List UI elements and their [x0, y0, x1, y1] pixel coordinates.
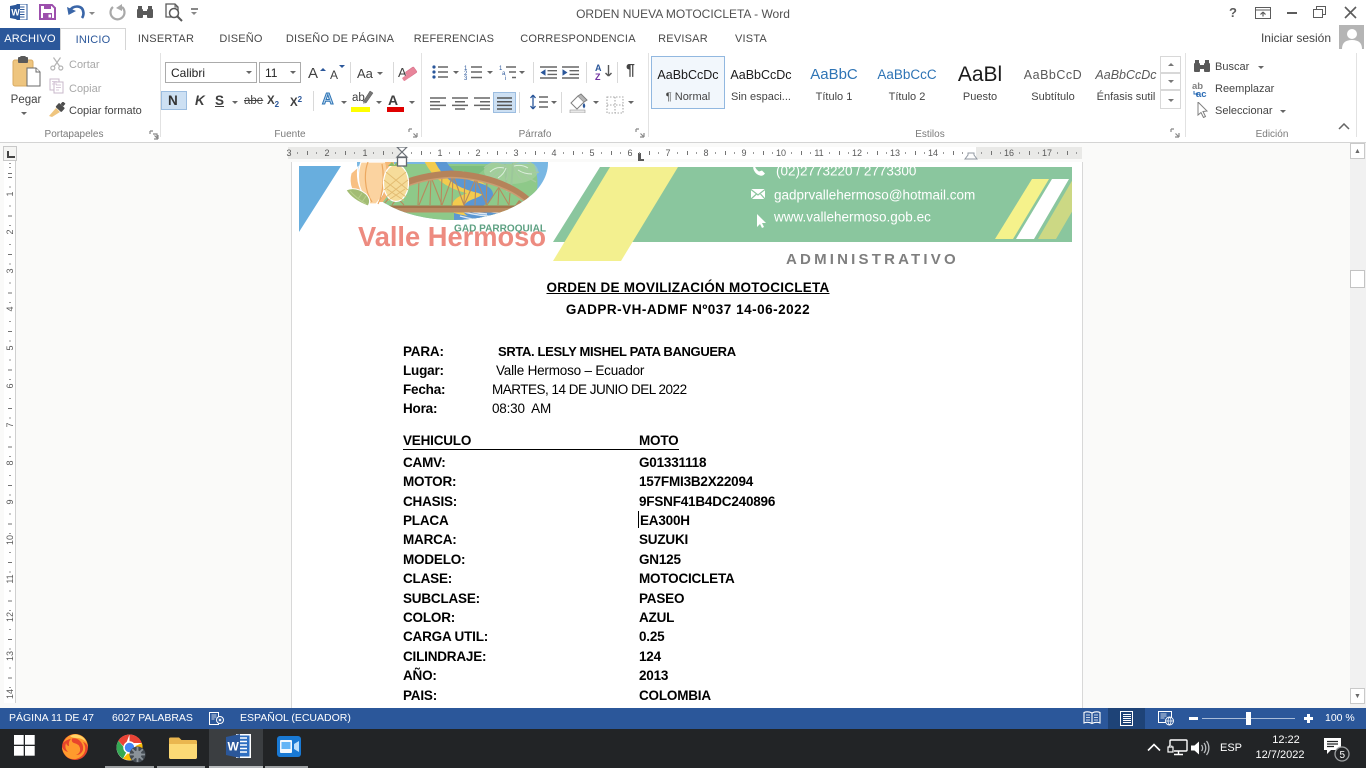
svg-text:Z: Z	[595, 72, 601, 80]
svg-text:3: 3	[464, 76, 468, 80]
svg-text:W: W	[228, 740, 240, 754]
svg-text:i: i	[505, 76, 506, 80]
svg-text:W: W	[11, 8, 20, 18]
svg-text:5: 5	[1340, 750, 1346, 761]
